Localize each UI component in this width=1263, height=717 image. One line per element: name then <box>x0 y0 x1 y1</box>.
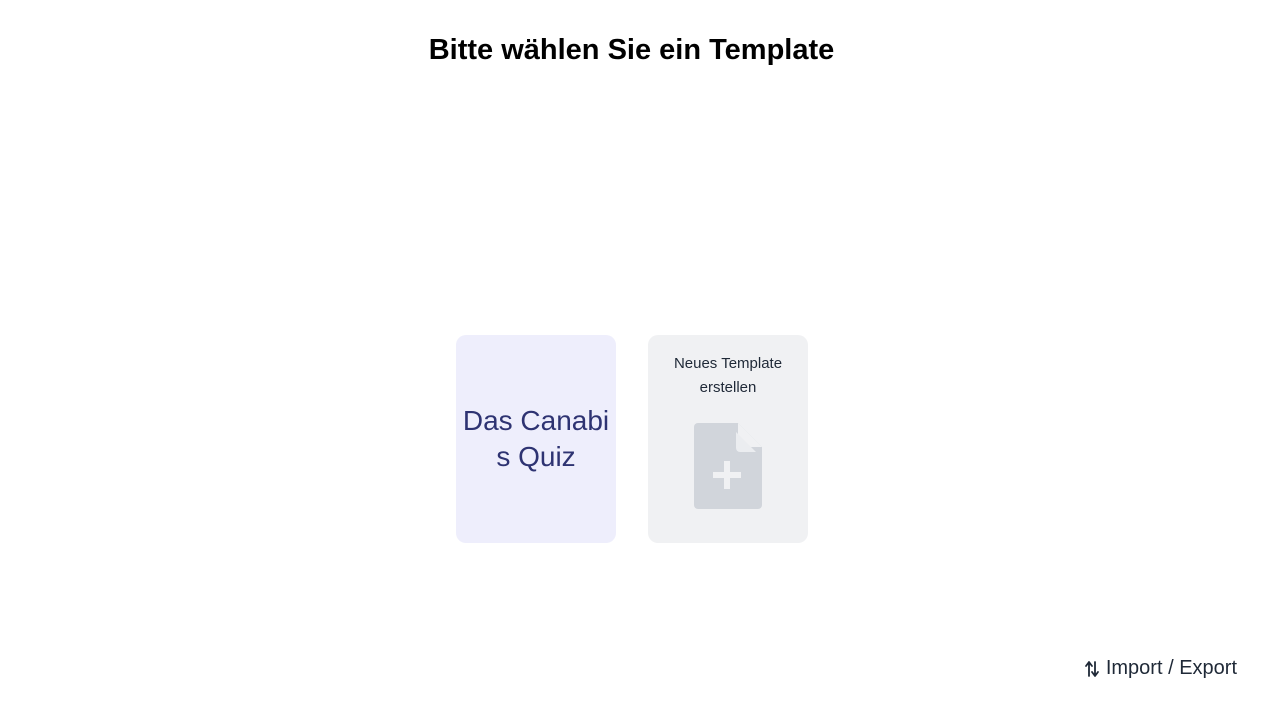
new-template-card[interactable]: Neues Template erstellen <box>648 335 808 543</box>
template-card[interactable]: Das Canabis Quiz <box>456 335 616 543</box>
import-export-label: Import / Export <box>1105 657 1237 679</box>
template-card-list: Das Canabis Quiz Neues Template erstelle… <box>456 335 808 543</box>
file-plus-icon <box>694 423 762 509</box>
page-title: Bitte wählen Sie ein Template <box>428 34 835 66</box>
import-export-button[interactable]: Import / Export <box>1084 657 1237 680</box>
template-card-title: Das Canabis Quiz <box>462 405 610 472</box>
template-selection-page: Bitte wählen Sie ein Template Das Canabi… <box>0 0 1263 717</box>
new-template-label: Neues Template erstellen <box>673 355 783 396</box>
swap-vertical-icon <box>1084 660 1099 677</box>
